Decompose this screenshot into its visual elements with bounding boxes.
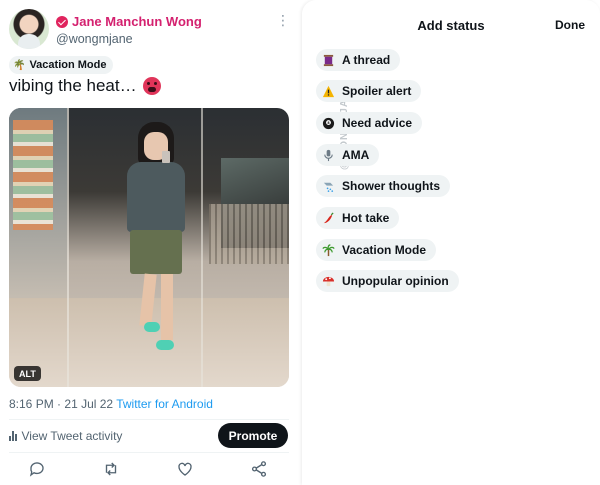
hot-face-icon: [142, 77, 161, 95]
divider: [9, 452, 289, 453]
status-option-shower-thoughts[interactable]: Shower thoughts: [316, 175, 450, 197]
add-status-sheet: Add status Done @WONGMJANE A thread Spoi…: [302, 0, 600, 485]
status-option-unpopular-opinion[interactable]: Unpopular opinion: [316, 270, 459, 292]
status-chip-label: Vacation Mode: [29, 59, 107, 71]
status-option-label: Spoiler alert: [342, 84, 412, 98]
view-tweet-activity-link[interactable]: View Tweet activity: [9, 429, 122, 443]
tweet-meta: 8:16 PM · 21 Jul 22 Twitter for Android: [9, 397, 213, 411]
tweet-detail: Jane Manchun Wong @wongmjane ⋮ 🌴 Vacatio…: [0, 0, 298, 485]
author-name[interactable]: Jane Manchun Wong: [56, 14, 202, 29]
tweet-text: vibing the heat…: [9, 76, 161, 96]
chili-pepper-icon: [321, 211, 336, 226]
promote-button[interactable]: Promote: [218, 423, 288, 448]
status-option-hot-take[interactable]: Hot take: [316, 207, 400, 229]
status-option-label: A thread: [342, 53, 391, 67]
meta-separator: ·: [57, 397, 62, 411]
mushroom-icon: [321, 274, 336, 289]
status-chip[interactable]: 🌴 Vacation Mode: [9, 56, 114, 74]
done-button[interactable]: Done: [555, 18, 585, 32]
warning-icon: [321, 84, 336, 99]
like-icon[interactable]: [176, 460, 194, 478]
thread-spool-icon: [321, 53, 336, 68]
activity-label: View Tweet activity: [21, 429, 123, 443]
status-option-label: Vacation Mode: [342, 243, 427, 257]
shower-icon: [321, 179, 336, 194]
tweet-source-link[interactable]: Twitter for Android: [116, 397, 213, 411]
palm-tree-icon: 🌴: [13, 59, 26, 71]
status-option-label: Need advice: [342, 116, 413, 130]
status-option-label: AMA: [342, 148, 370, 162]
status-option-label: Hot take: [342, 211, 390, 225]
status-option-spoiler-alert[interactable]: Spoiler alert: [316, 80, 422, 102]
divider: [9, 419, 289, 420]
tweet-photo[interactable]: ALT: [9, 108, 289, 387]
share-icon[interactable]: [250, 460, 268, 478]
reply-icon[interactable]: [28, 460, 46, 478]
8-ball-icon: 8: [321, 116, 336, 131]
author-handle[interactable]: @wongmjane: [56, 32, 133, 46]
verified-badge-icon: [56, 15, 68, 28]
microphone-icon: [321, 148, 336, 163]
tweet-date: 21 Jul 22: [64, 397, 114, 411]
tweet-text-content: vibing the heat…: [9, 76, 137, 95]
status-option-ama[interactable]: AMA: [316, 144, 380, 166]
status-option-label: Unpopular opinion: [342, 274, 449, 288]
author-name-text: Jane Manchun Wong: [72, 14, 202, 29]
status-option-need-advice[interactable]: 8 Need advice: [316, 112, 423, 134]
alt-text-badge[interactable]: ALT: [14, 366, 41, 381]
tweet-time: 8:16 PM: [9, 397, 54, 411]
more-options-icon[interactable]: ⋮: [276, 12, 290, 29]
palm-tree-icon: [321, 243, 336, 258]
status-option-a-thread[interactable]: A thread: [316, 49, 401, 71]
avatar[interactable]: [9, 9, 49, 49]
status-option-vacation-mode[interactable]: Vacation Mode: [316, 239, 437, 261]
tweet-actions: [0, 460, 298, 480]
retweet-icon[interactable]: [102, 460, 120, 478]
analytics-icon: [9, 431, 17, 441]
status-option-label: Shower thoughts: [342, 179, 440, 193]
